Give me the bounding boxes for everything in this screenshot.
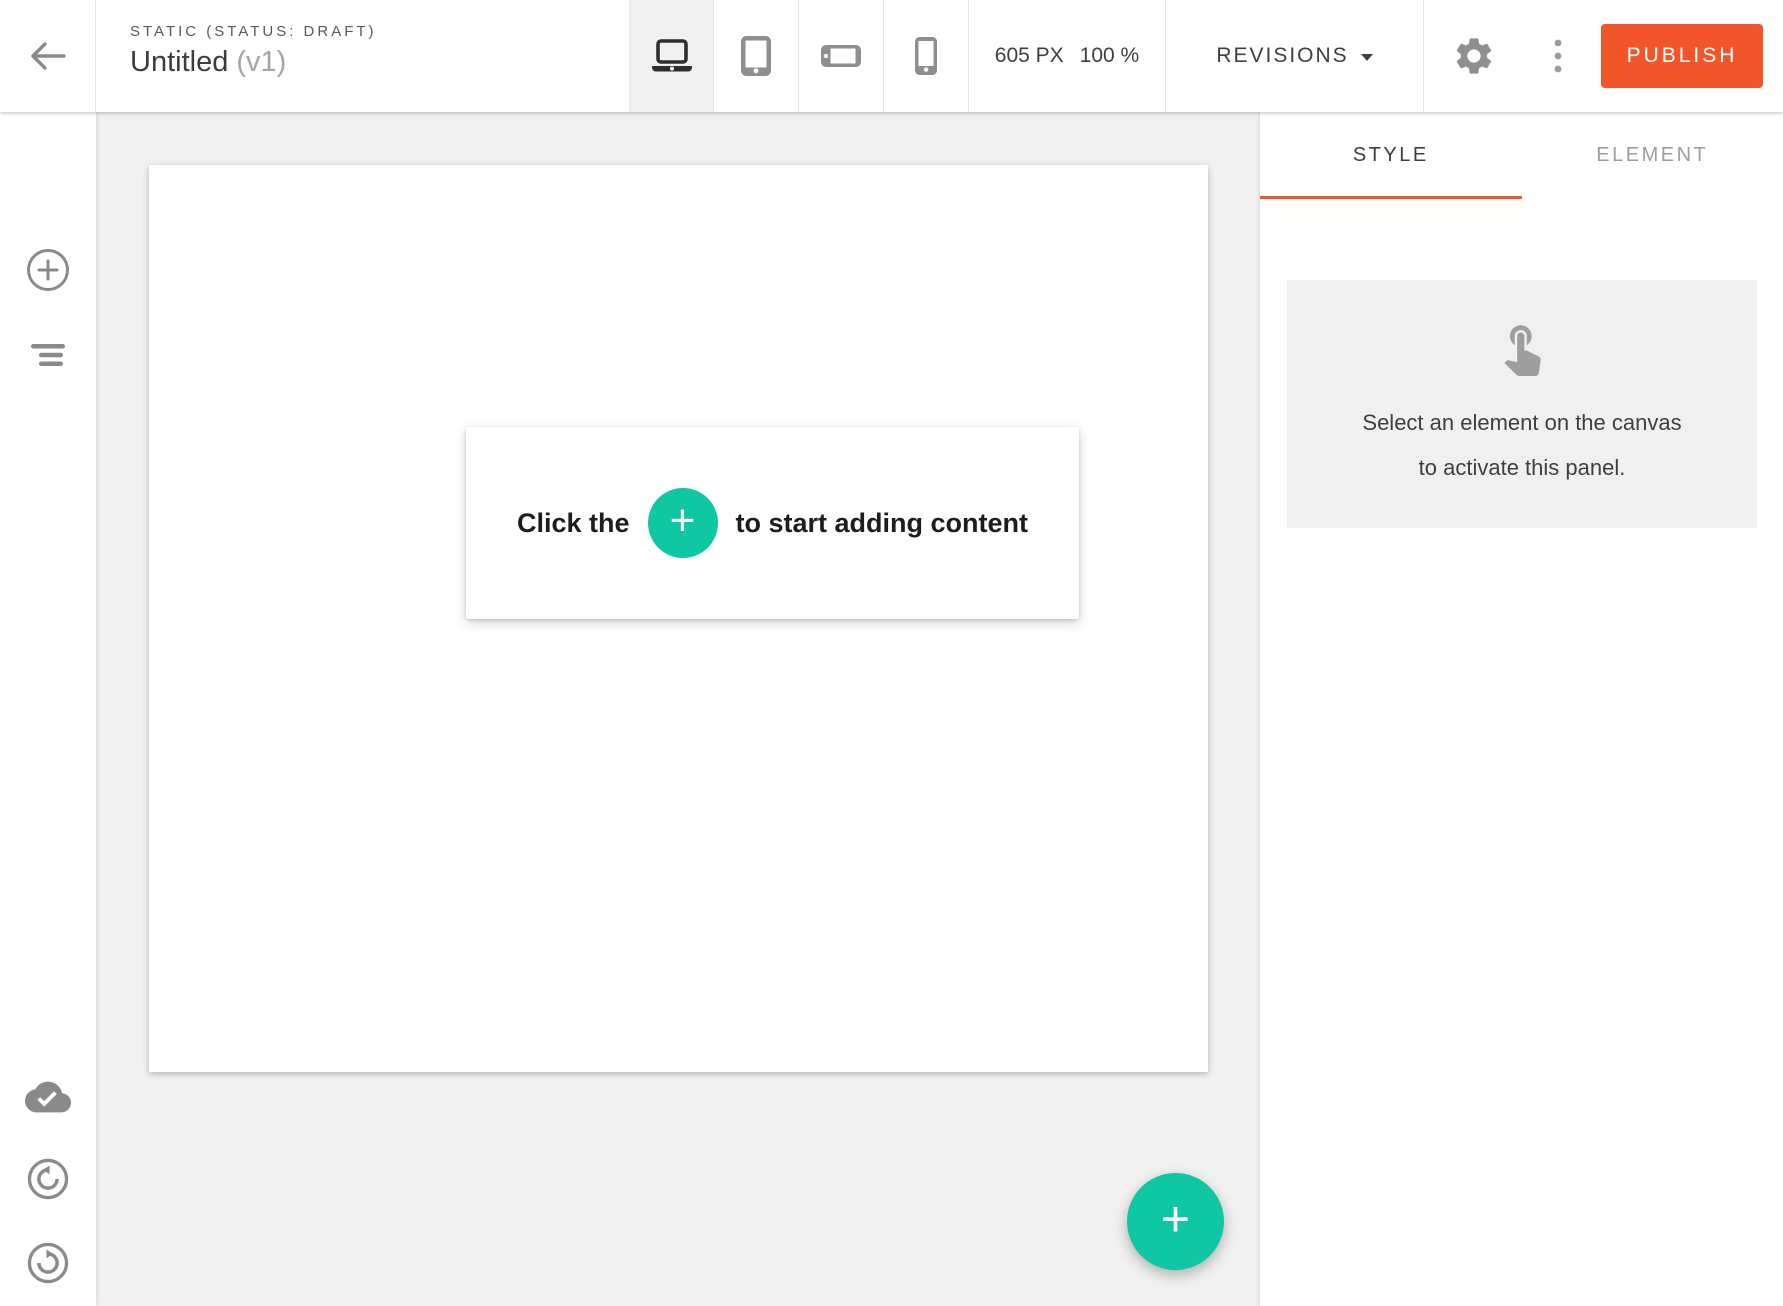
canvas-width-value: 605 PX (995, 44, 1064, 68)
editor-canvas: Click the + to start adding content + (96, 112, 1259, 1306)
document-version: (v1) (236, 46, 286, 78)
left-toolbar (0, 112, 96, 1306)
device-desktop-button[interactable] (629, 0, 714, 112)
undo-button[interactable] (27, 1158, 69, 1200)
redo-button[interactable] (27, 1242, 69, 1284)
document-status-label: STATIC (STATUS: DRAFT) (130, 23, 377, 40)
device-mobile-landscape-button[interactable] (799, 0, 884, 112)
revisions-dropdown[interactable]: REVISIONS (1166, 0, 1424, 112)
undo-icon (27, 1158, 69, 1200)
empty-canvas-hint-card: Click the + to start adding content (466, 427, 1079, 619)
phone-landscape-icon (821, 45, 861, 67)
device-preview-switcher (629, 0, 969, 112)
contents-list-icon (30, 344, 66, 366)
tap-hand-icon (1493, 318, 1551, 376)
tab-style[interactable]: STYLE (1260, 112, 1522, 199)
empty-state-line2: to activate this panel. (1362, 445, 1681, 490)
laptop-icon (649, 38, 695, 74)
autosave-status-button[interactable] (25, 1074, 71, 1120)
settings-button[interactable] (1444, 26, 1504, 86)
kebab-menu-icon (1553, 38, 1563, 74)
hint-prefix-text: Click the (517, 508, 630, 539)
more-options-button[interactable] (1528, 26, 1588, 86)
revisions-label: REVISIONS (1216, 44, 1348, 68)
tablet-icon (741, 36, 771, 76)
active-tab-underline (1260, 196, 1522, 199)
hint-suffix-text: to start adding content (736, 508, 1029, 539)
device-tablet-button[interactable] (714, 0, 799, 112)
page-builder-app: STATIC (STATUS: DRAFT) Untitled(v1) (0, 0, 1783, 1306)
phone-portrait-icon (915, 37, 937, 75)
document-title: Untitled(v1) (130, 46, 377, 79)
panel-tabs: STYLE ELEMENT (1260, 112, 1783, 199)
device-mobile-portrait-button[interactable] (884, 0, 969, 112)
redo-icon (27, 1242, 69, 1284)
empty-state-line1: Select an element on the canvas (1362, 400, 1681, 445)
add-circle-icon (26, 248, 70, 292)
fab-add-button[interactable]: + (1127, 1173, 1224, 1270)
add-content-plus-button[interactable]: + (648, 488, 718, 558)
empty-state-message: Select an element on the canvas to activ… (1362, 400, 1681, 490)
add-content-button[interactable] (26, 248, 70, 292)
top-toolbar: STATIC (STATUS: DRAFT) Untitled(v1) (0, 0, 1783, 112)
publish-button[interactable]: PUBLISH (1601, 24, 1763, 88)
gear-icon (1452, 34, 1496, 78)
zoom-level-value: 100 % (1080, 44, 1140, 68)
panel-empty-state: Select an element on the canvas to activ… (1287, 280, 1757, 528)
properties-panel: STYLE ELEMENT Select an element on the c… (1259, 112, 1783, 1306)
canvas-size-indicator: 605 PX 100 % (969, 0, 1166, 112)
page-contents-button[interactable] (30, 344, 66, 366)
arrow-left-icon (28, 39, 68, 73)
back-button[interactable] (0, 0, 96, 112)
caret-down-icon (1361, 54, 1373, 61)
tab-element[interactable]: ELEMENT (1522, 112, 1783, 199)
cloud-saved-icon (25, 1074, 71, 1120)
document-title-block[interactable]: STATIC (STATUS: DRAFT) Untitled(v1) (130, 23, 377, 79)
